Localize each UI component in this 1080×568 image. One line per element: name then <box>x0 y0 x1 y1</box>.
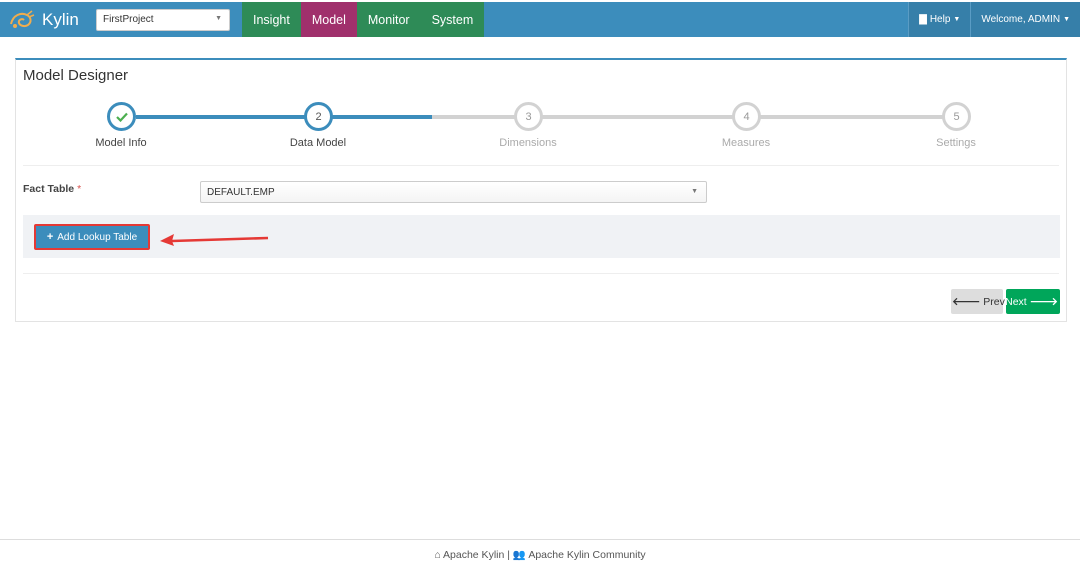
project-select[interactable]: FirstProject ▼ <box>96 9 230 31</box>
tab-label: Model <box>311 12 346 27</box>
step-label: Model Info <box>95 137 147 149</box>
tab-monitor[interactable]: Monitor <box>356 2 421 37</box>
help-menu[interactable]: ▇ Help ▼ <box>908 2 971 37</box>
step-model-info[interactable] <box>107 102 136 131</box>
step-connector <box>332 115 432 119</box>
project-select-value: FirstProject <box>103 14 154 25</box>
chevron-down-icon: ▼ <box>215 15 222 22</box>
step-dimensions[interactable]: 3 <box>514 102 543 131</box>
plus-icon: + <box>46 231 54 243</box>
divider <box>23 273 1059 274</box>
top-navbar: Kylin FirstProject ▼ Insight Model Monit… <box>0 2 1080 37</box>
step-number: 4 <box>743 110 750 123</box>
step-number: 3 <box>525 110 532 123</box>
add-lookup-label: Add Lookup Table <box>57 231 138 243</box>
tab-model[interactable]: Model <box>300 2 357 37</box>
step-number: 2 <box>315 110 322 123</box>
red-arrow-annotation-icon <box>160 234 269 246</box>
model-designer-panel: Model Designer 2 3 4 5 Model Info Data M… <box>15 58 1067 322</box>
step-label: Settings <box>936 137 976 149</box>
help-label: Help <box>929 14 951 25</box>
step-label: Data Model <box>289 137 347 149</box>
fact-table-select[interactable]: DEFAULT.EMP ▼ <box>200 181 707 203</box>
tab-label: Monitor <box>367 12 410 27</box>
tab-insight[interactable]: Insight <box>242 2 301 37</box>
next-button[interactable]: Next 🡒 <box>1005 289 1060 314</box>
required-mark: * <box>77 183 82 195</box>
fact-table-label-text: Fact Table <box>23 183 75 195</box>
kylin-logo-icon <box>10 9 35 28</box>
step-measures[interactable]: 4 <box>732 102 761 131</box>
tab-system[interactable]: System <box>420 2 485 37</box>
brand-name: Kylin <box>42 9 79 29</box>
step-connector <box>432 115 958 119</box>
step-label: Measures <box>721 137 771 149</box>
main-nav: Insight Model Monitor System <box>242 2 485 37</box>
footer: ⌂ Apache Kylin | 👥 Apache Kylin Communit… <box>0 548 1080 561</box>
next-label: Next <box>1005 295 1027 308</box>
brand[interactable]: Kylin <box>8 2 79 37</box>
prev-label: Prev <box>983 295 1005 308</box>
divider <box>23 165 1059 166</box>
arrow-left-icon: 🡐 <box>952 296 981 308</box>
wizard-steps: 2 3 4 5 Model Info Data Model Dimensions… <box>16 100 1066 160</box>
tab-label: Insight <box>253 12 290 27</box>
fact-table-label: Fact Table * <box>23 183 81 195</box>
prev-button[interactable]: 🡐 Prev <box>951 289 1005 314</box>
arrow-right-icon: 🡒 <box>1029 296 1058 308</box>
step-connector <box>136 115 332 119</box>
chevron-down-icon: ▼ <box>691 188 698 195</box>
page-title: Model Designer <box>23 67 129 84</box>
tab-label: System <box>431 12 474 27</box>
home-icon: ⌂ <box>434 549 441 561</box>
fact-table-value: DEFAULT.EMP <box>207 187 275 198</box>
footer-link-kylin[interactable]: Apache Kylin <box>443 549 504 561</box>
book-icon: ▇ <box>919 14 927 25</box>
nav-right: ▇ Help ▼ Welcome, ADMIN ▼ <box>908 2 1080 37</box>
footer-separator: | <box>507 549 510 561</box>
step-settings[interactable]: 5 <box>942 102 971 131</box>
check-icon <box>115 112 128 122</box>
footer-link-community[interactable]: Apache Kylin Community <box>528 549 645 561</box>
footer-divider <box>0 539 1080 540</box>
caret-down-icon: ▼ <box>953 16 961 23</box>
caret-down-icon: ▼ <box>1063 16 1070 23</box>
step-number: 5 <box>953 110 960 123</box>
step-data-model[interactable]: 2 <box>304 102 333 131</box>
user-label: Welcome, ADMIN <box>981 14 1061 25</box>
step-label: Dimensions <box>499 137 557 149</box>
add-lookup-table-button[interactable]: + Add Lookup Table <box>34 224 150 250</box>
user-menu[interactable]: Welcome, ADMIN ▼ <box>970 2 1080 37</box>
users-icon: 👥 <box>512 549 526 561</box>
